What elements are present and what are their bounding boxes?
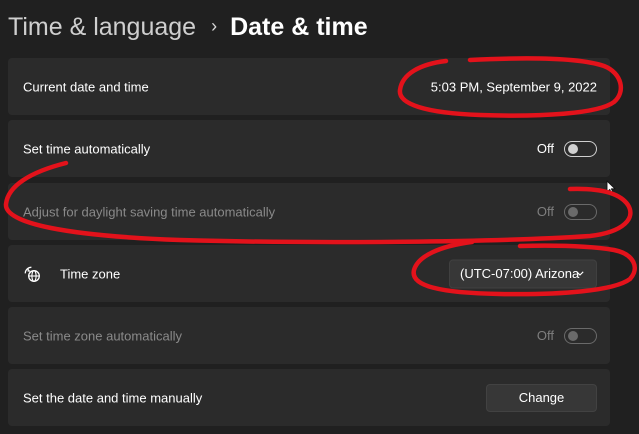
set-time-zone-automatically-state: Off bbox=[536, 328, 554, 343]
set-time-automatically-toggle[interactable] bbox=[564, 140, 597, 157]
daylight-saving-row: Adjust for daylight saving time automati… bbox=[8, 183, 610, 240]
daylight-saving-label: Adjust for daylight saving time automati… bbox=[23, 204, 276, 219]
set-time-zone-automatically-row: Set time zone automatically Off bbox=[8, 307, 610, 364]
change-button[interactable]: Change bbox=[486, 383, 597, 412]
toggle-knob bbox=[568, 330, 578, 341]
chevron-down-icon bbox=[576, 271, 584, 276]
time-zone-selected-value: (UTC-07:00) Arizona bbox=[460, 266, 580, 281]
set-time-automatically-label: Set time automatically bbox=[23, 141, 151, 156]
globe-clock-icon bbox=[24, 266, 40, 282]
daylight-saving-toggle[interactable] bbox=[564, 203, 597, 220]
set-time-automatically-row: Set time automatically Off bbox=[8, 120, 610, 177]
page-title: Date & time bbox=[230, 12, 368, 41]
current-date-time-value: 5:03 PM, September 9, 2022 bbox=[430, 79, 597, 94]
toggle-knob bbox=[568, 143, 578, 154]
set-time-zone-automatically-label: Set time zone automatically bbox=[23, 328, 182, 343]
set-time-zone-automatically-toggle[interactable] bbox=[564, 327, 597, 344]
daylight-saving-toggle-group: Off bbox=[536, 203, 597, 220]
current-date-time-row: Current date and time 5:03 PM, September… bbox=[8, 58, 610, 115]
set-time-zone-automatically-toggle-group: Off bbox=[536, 327, 597, 344]
set-date-time-manually-row: Set the date and time manually Change bbox=[8, 369, 610, 426]
time-zone-label: Time zone bbox=[60, 266, 121, 281]
time-zone-row: Time zone (UTC-07:00) Arizona bbox=[8, 245, 610, 302]
current-date-time-label: Current date and time bbox=[23, 79, 149, 94]
time-zone-dropdown[interactable]: (UTC-07:00) Arizona bbox=[449, 259, 597, 288]
breadcrumb-separator-icon: › bbox=[211, 15, 218, 36]
mouse-cursor-icon bbox=[606, 180, 616, 195]
toggle-knob bbox=[568, 206, 578, 217]
daylight-saving-state: Off bbox=[536, 204, 554, 219]
set-time-automatically-toggle-group: Off bbox=[536, 140, 597, 157]
set-time-automatically-state: Off bbox=[536, 141, 554, 156]
breadcrumb: Time & language › Date & time bbox=[8, 10, 368, 44]
set-date-time-manually-label: Set the date and time manually bbox=[23, 390, 203, 405]
breadcrumb-parent-time-and-language[interactable]: Time & language bbox=[8, 13, 196, 42]
